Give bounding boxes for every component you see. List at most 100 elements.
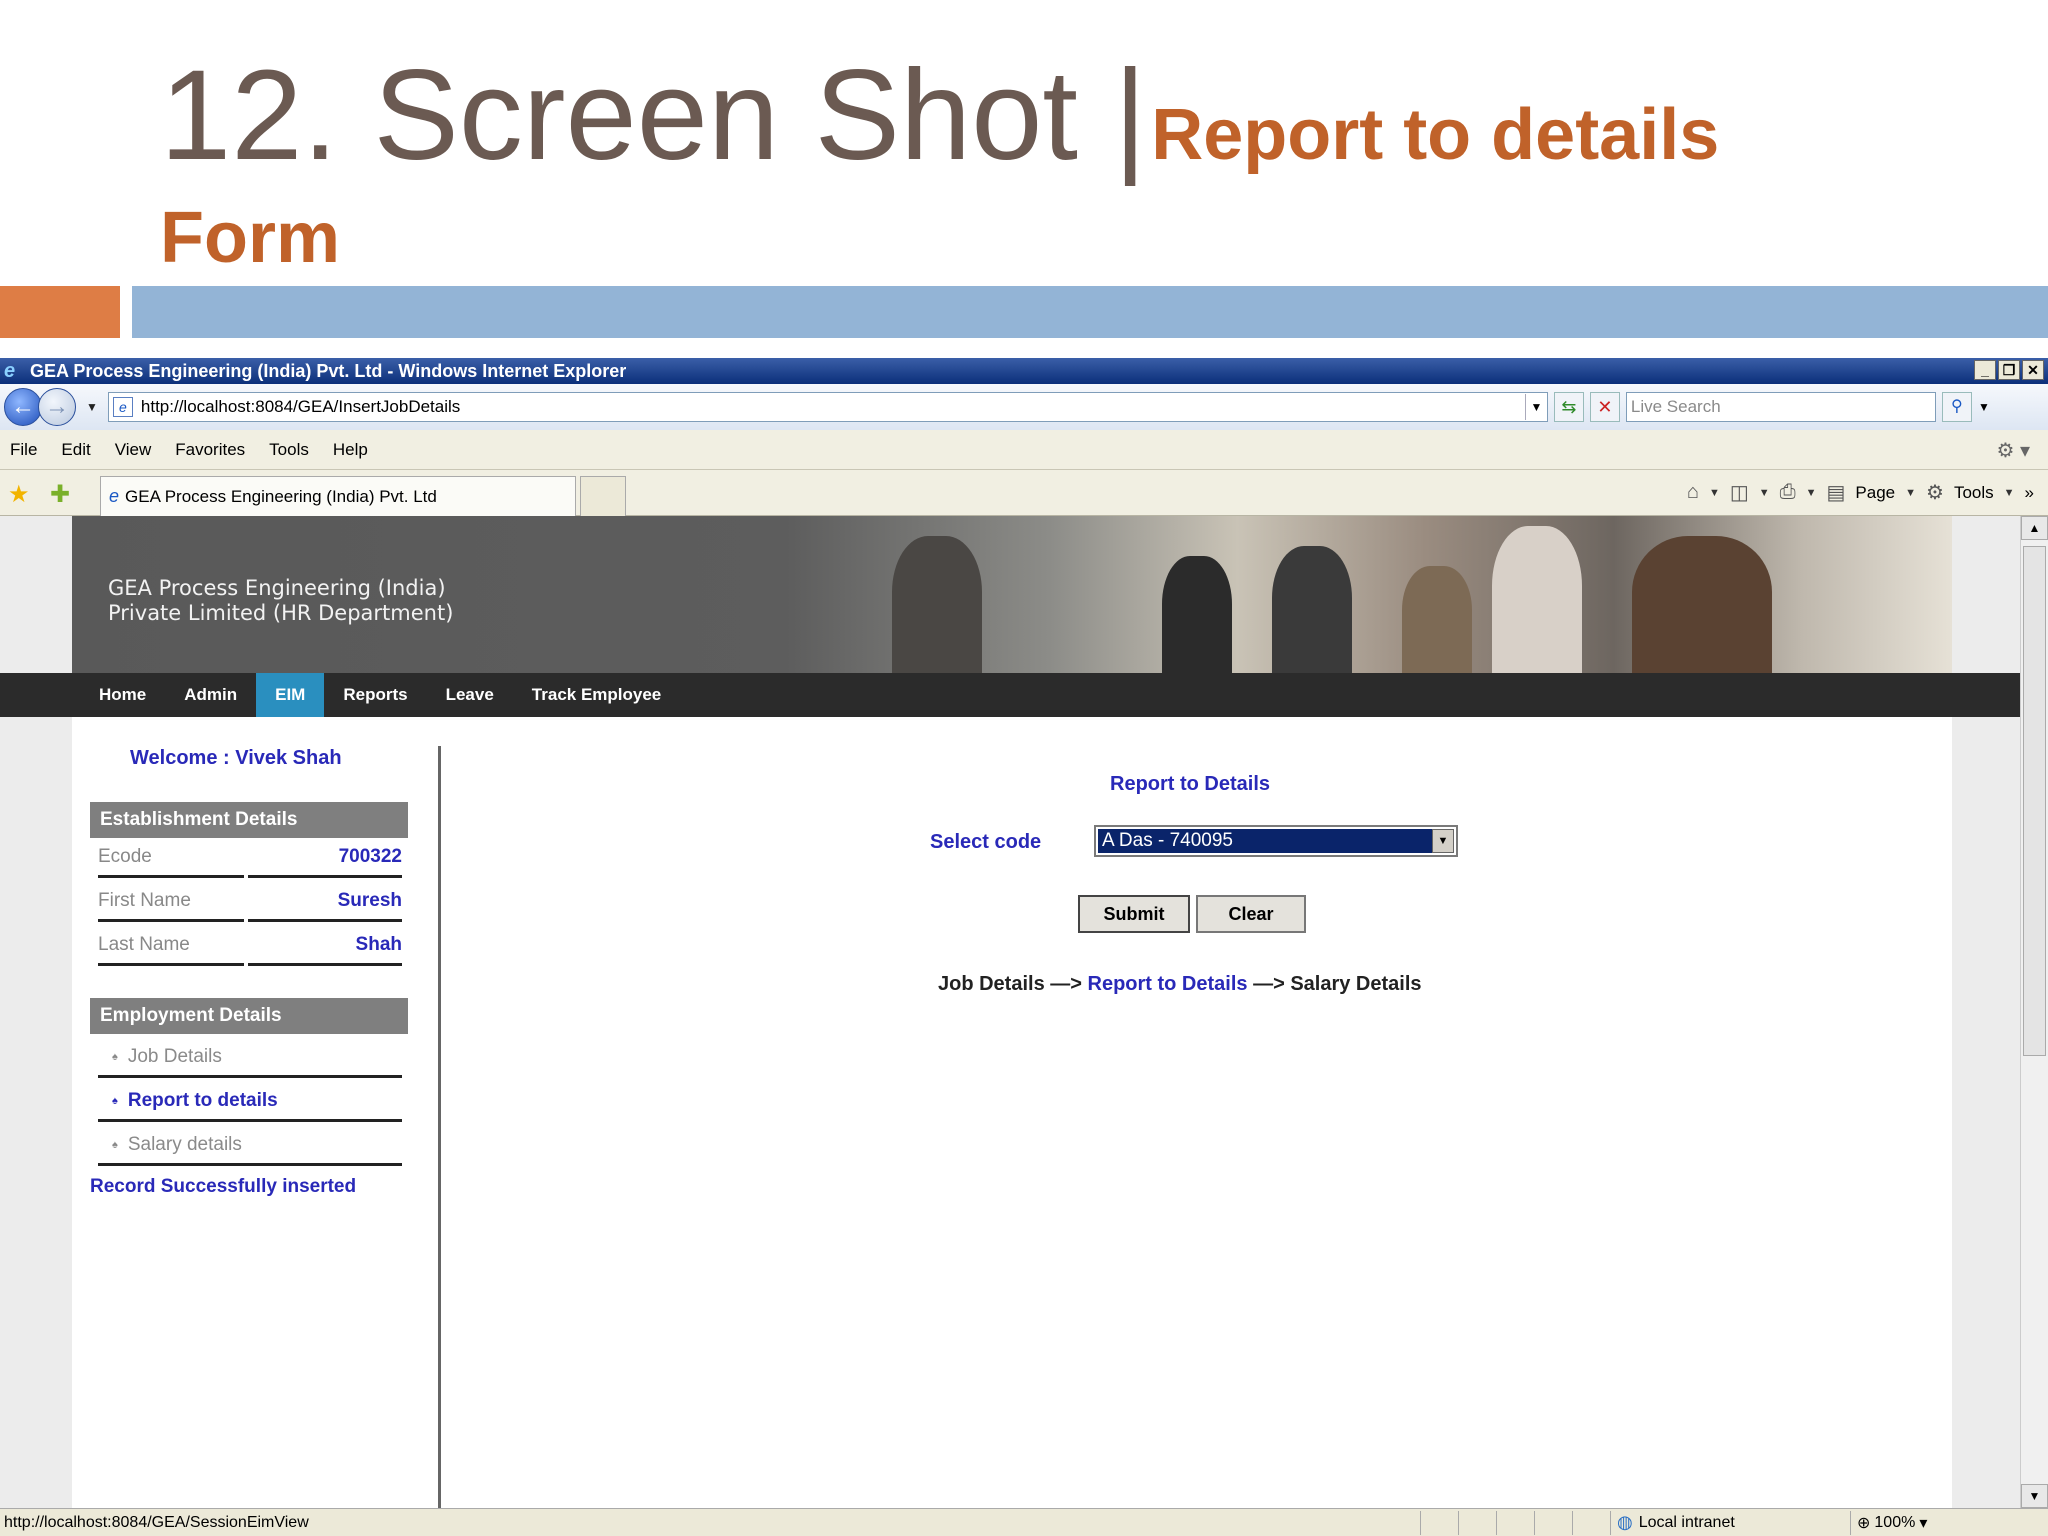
bullet-icon: ♠ [112, 1138, 118, 1151]
breadcrumb-arrow: —> [1247, 973, 1291, 995]
security-zone[interactable]: ◍ Local intranet [1610, 1510, 1850, 1535]
bullet-icon: ♠ [112, 1050, 118, 1063]
submit-button[interactable]: Submit [1078, 895, 1190, 933]
sidebar-link-label[interactable]: Job Details [128, 1046, 222, 1067]
sidebar-link-label[interactable]: Salary details [128, 1134, 242, 1155]
scroll-down-icon[interactable]: ▼ [2021, 1484, 2048, 1508]
org-line-2: Private Limited (HR Department) [108, 601, 454, 625]
nav-eim[interactable]: EIM [256, 673, 325, 717]
field-value: 700322 [248, 846, 402, 878]
breadcrumb-arrow: —> [1044, 973, 1088, 995]
add-favorite-icon[interactable]: ✚ [50, 480, 70, 509]
site-nav: Home Admin EIM Reports Leave Track Emplo… [0, 673, 2020, 717]
menu-favorites[interactable]: Favorites [175, 440, 245, 460]
field-label: Last Name [98, 934, 244, 966]
sidebar: Welcome : Vivek Shah Establishment Detai… [90, 717, 410, 1508]
breadcrumb-step-job[interactable]: Job Details [938, 973, 1045, 995]
refresh-button[interactable]: ⇆ [1553, 392, 1584, 422]
field-value: Suresh [248, 890, 402, 922]
scroll-thumb[interactable] [2023, 546, 2046, 1056]
command-bar: ⌂ ▼ ◫ ▼ ⎙ ▼ ▤ Page ▼ ⚙ Tools ▼ » [1686, 480, 2034, 505]
history-dropdown-icon[interactable]: ▼ [86, 400, 98, 414]
gear-icon[interactable]: ⚙ [1926, 480, 1944, 505]
home-icon[interactable]: ⌂ [1687, 481, 1699, 504]
field-label: Ecode [98, 846, 244, 878]
menu-tools[interactable]: Tools [269, 440, 309, 460]
sidebar-link-job-details[interactable]: ♠ Job Details [98, 1034, 402, 1078]
restore-button[interactable]: ❐ [1998, 360, 2020, 380]
favorites-star-icon[interactable]: ★ [8, 480, 30, 509]
tab-current[interactable]: e GEA Process Engineering (India) Pvt. L… [100, 476, 576, 516]
org-name: GEA Process Engineering (India) Private … [108, 576, 453, 626]
menu-view[interactable]: View [115, 440, 152, 460]
establishment-header: Establishment Details [90, 802, 408, 838]
accent-bar-orange [0, 286, 120, 338]
forward-button[interactable]: → [38, 388, 76, 426]
close-button[interactable]: ✕ [2022, 360, 2044, 380]
tab-page-icon: e [109, 486, 120, 506]
breadcrumb: Job Details —> Report to Details —> Sala… [938, 973, 1422, 996]
info-row-last-name: Last Name Shah [98, 926, 402, 966]
minimize-button[interactable]: _ [1974, 360, 1996, 380]
url-dropdown-icon[interactable]: ▼ [1524, 394, 1547, 420]
nav-track-employee[interactable]: Track Employee [513, 673, 680, 717]
scroll-up-icon[interactable]: ▲ [2021, 516, 2048, 540]
zone-label: Local intranet [1638, 1513, 1735, 1531]
menu-file[interactable]: File [10, 440, 37, 460]
nav-leave[interactable]: Leave [427, 673, 513, 717]
org-line-1: GEA Process Engineering (India) [108, 576, 446, 600]
page-menu[interactable]: Page [1855, 483, 1895, 503]
breadcrumb-step-report[interactable]: Report to Details [1088, 973, 1248, 995]
field-value: Shah [248, 934, 402, 966]
nav-admin[interactable]: Admin [165, 673, 256, 717]
slide-title-sub2: Form [160, 198, 340, 278]
url-field[interactable]: e http://localhost:8084/GEA/InsertJobDet… [107, 392, 1548, 422]
stop-button[interactable]: ✕ [1589, 392, 1620, 422]
ie-tools-icon[interactable]: ⚙ ▾ [1996, 438, 2030, 463]
search-icon[interactable]: ⚲ [1941, 392, 1972, 422]
slide-title-main: 12. Screen Shot | [160, 44, 1147, 187]
clear-button[interactable]: Clear [1196, 895, 1306, 933]
url-text[interactable]: http://localhost:8084/GEA/InsertJobDetai… [141, 397, 1525, 417]
back-button[interactable]: ← [4, 388, 42, 426]
header-banner: GEA Process Engineering (India) Private … [72, 516, 1952, 676]
sidebar-link-label[interactable]: Report to details [128, 1090, 278, 1111]
page-icon[interactable]: ▤ [1827, 480, 1846, 505]
nav-home[interactable]: Home [80, 673, 165, 717]
sidebar-link-report-to[interactable]: ♠ Report to details [98, 1078, 402, 1122]
vertical-scrollbar[interactable]: ▲ ▼ [2020, 516, 2048, 1508]
print-icon[interactable]: ⎙ [1780, 481, 1796, 504]
content-divider [438, 746, 441, 1508]
menu-help[interactable]: Help [333, 440, 368, 460]
nav-reports[interactable]: Reports [324, 673, 426, 717]
slide-title-sub: Report to details [1151, 95, 1720, 175]
page-viewport: GEA Process Engineering (India) Private … [0, 516, 2020, 1508]
bullet-icon: ♠ [112, 1094, 118, 1107]
accent-bar-blue [132, 286, 2048, 338]
menu-edit[interactable]: Edit [61, 440, 90, 460]
select-code-dropdown[interactable]: A Das - 740095 ▼ [1094, 825, 1458, 857]
window-title: GEA Process Engineering (India) Pvt. Ltd… [30, 360, 627, 381]
globe-icon: ◍ [1617, 1512, 1633, 1532]
welcome-text: Welcome : Vivek Shah [130, 747, 342, 769]
address-bar: ← → ▼ e http://localhost:8084/GEA/Insert… [0, 384, 2048, 430]
tools-menu[interactable]: Tools [1954, 483, 1994, 503]
breadcrumb-step-salary[interactable]: Salary Details [1290, 973, 1421, 995]
new-tab-button[interactable] [580, 476, 626, 516]
status-bar: http://localhost:8084/GEA/SessionEimView… [0, 1508, 2048, 1536]
more-chevron-icon[interactable]: » [2025, 483, 2034, 503]
info-row-ecode: Ecode 700322 [98, 838, 402, 878]
slide-title: 12. Screen Shot | Report to details Form [160, 52, 2020, 275]
search-options-icon[interactable]: ▼ [1974, 400, 1994, 414]
select-code-value[interactable]: A Das - 740095 [1097, 828, 1433, 854]
zoom-control[interactable]: ⊕ 100% ▾ [1850, 1510, 1960, 1535]
zoom-level: 100% [1874, 1513, 1916, 1531]
search-input[interactable]: Live Search [1625, 392, 1936, 422]
page-icon: e [112, 397, 133, 417]
sidebar-link-salary-details[interactable]: ♠ Salary details [98, 1122, 402, 1166]
zoom-dropdown-icon[interactable]: ▾ [1919, 1513, 1927, 1533]
feeds-icon[interactable]: ◫ [1730, 480, 1749, 505]
dropdown-arrow-icon[interactable]: ▼ [1432, 829, 1454, 853]
banner-photo [892, 536, 982, 676]
status-text: http://localhost:8084/GEA/SessionEimView [4, 1513, 309, 1531]
